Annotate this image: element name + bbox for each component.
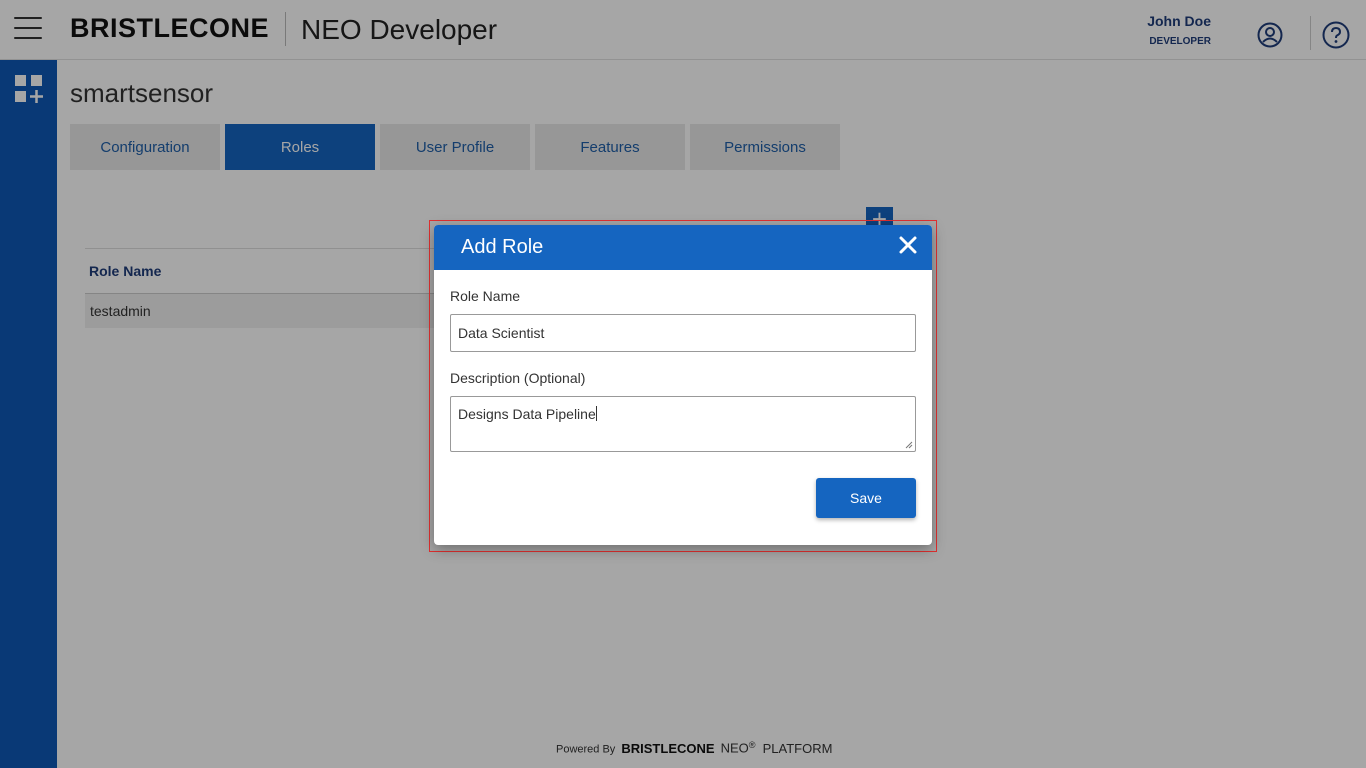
dialog-header: Add Role [434, 225, 932, 270]
save-button[interactable]: Save [816, 478, 916, 518]
add-role-dialog: Add Role Role Name Data Scientist Descri… [434, 225, 932, 545]
resize-grip-icon[interactable] [905, 441, 913, 449]
text-cursor [595, 406, 597, 421]
description-label: Description (Optional) [450, 370, 586, 386]
description-textarea[interactable]: Designs Data Pipeline [450, 396, 916, 452]
role-name-label: Role Name [450, 288, 521, 304]
description-text: Designs Data Pipeline [458, 406, 596, 422]
role-name-input[interactable]: Data Scientist [450, 314, 916, 352]
close-icon[interactable] [898, 235, 918, 255]
dialog-title: Add Role [461, 236, 544, 258]
